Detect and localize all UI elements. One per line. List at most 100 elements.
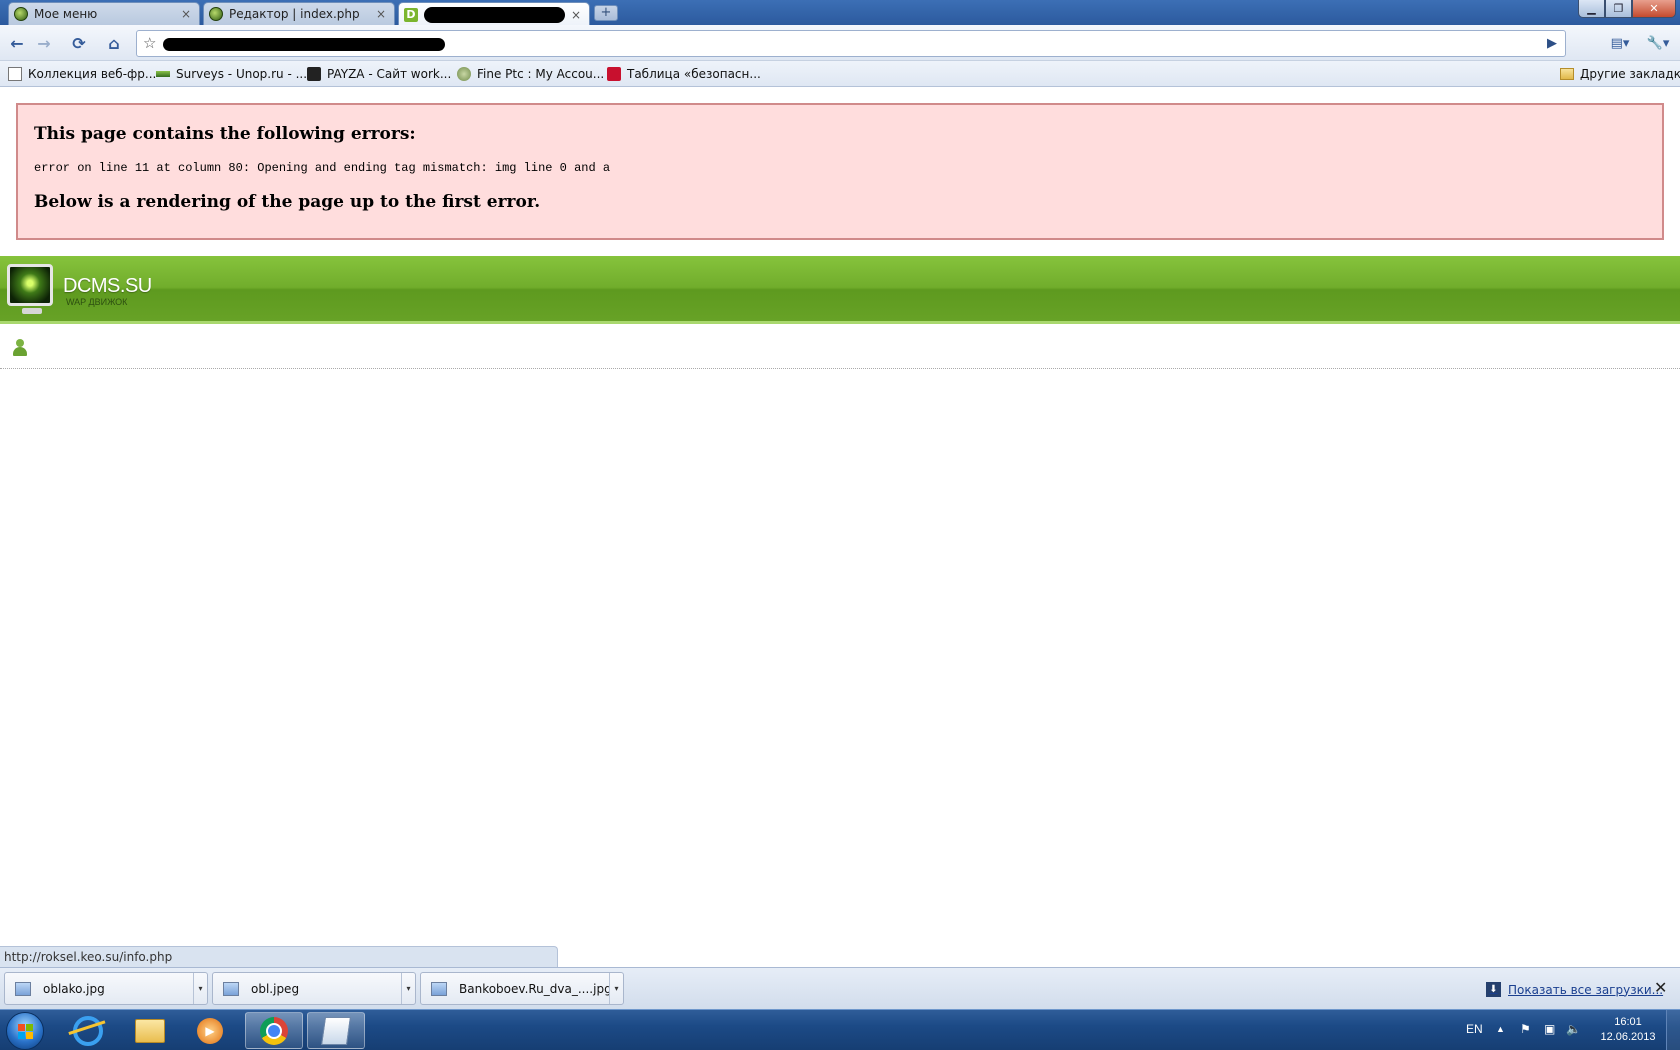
system-clock[interactable]: 16:01 12.06.2013 (1592, 1015, 1664, 1045)
redacted-tab-title (424, 6, 565, 23)
page-menu-button[interactable]: ▤▾ (1604, 30, 1636, 56)
image-file-icon (223, 981, 239, 996)
fineptc-icon (457, 67, 471, 81)
bookmarks-bar: Коллекция веб-фр... Surveys - Unop.ru - … (0, 61, 1680, 87)
site-header: DCMS.SU WAP движок (0, 256, 1680, 324)
user-icon-body (13, 347, 27, 356)
close-window-button[interactable]: ✕ (1632, 0, 1676, 18)
tab-close-icon[interactable]: × (571, 8, 581, 22)
action-center-flag-icon[interactable]: ⚑ (1520, 1022, 1531, 1036)
folder-icon (1560, 68, 1574, 80)
network-icon[interactable]: ▣ (1544, 1022, 1555, 1036)
site-title[interactable]: DCMS.SU (63, 275, 152, 298)
forward-button[interactable]: → (31, 30, 57, 56)
dcms-favicon-icon: D (404, 7, 418, 22)
redacted-url (163, 38, 445, 51)
show-desktop-button[interactable] (1666, 1010, 1680, 1050)
reload-button[interactable]: ⟳ (66, 30, 92, 56)
taskbar-editor[interactable] (307, 1012, 365, 1049)
windows-logo-icon (18, 1024, 33, 1039)
maximize-button[interactable]: ❐ (1605, 0, 1632, 18)
download-filename: obl.jpeg (251, 981, 300, 996)
download-menu-caret-icon[interactable]: ▾ (193, 973, 207, 1004)
wrench-menu-button[interactable]: 🔧▾ (1642, 30, 1674, 56)
new-tab-button[interactable]: + (594, 5, 618, 21)
media-player-icon: ▶ (197, 1017, 223, 1044)
tray-overflow-arrow-icon[interactable]: ▲ (1496, 1024, 1505, 1034)
language-indicator[interactable]: EN (1466, 1022, 1483, 1036)
tab-editor[interactable]: Редактор | index.php × (203, 2, 395, 25)
user-icon[interactable] (12, 339, 28, 357)
status-url: http://roksel.keo.su/info.php (0, 946, 558, 967)
bookmark-label: Fine Ptc : My Accou... (477, 67, 605, 81)
taskbar-media-player[interactable]: ▶ (181, 1012, 239, 1049)
site-favicon-icon (14, 7, 28, 21)
payza-icon (307, 67, 321, 81)
start-button[interactable] (6, 1012, 44, 1050)
bookmark-item[interactable]: Fine Ptc : My Accou... (457, 65, 604, 83)
download-menu-caret-icon[interactable]: ▾ (401, 973, 415, 1004)
address-bar[interactable]: ☆ ▶ (136, 30, 1566, 57)
window-controls: ▁ ❐ ✕ (1578, 0, 1676, 18)
other-bookmarks[interactable]: Другие закладки (1560, 65, 1680, 83)
page-icon (8, 67, 22, 81)
download-filename: oblako.jpg (43, 981, 105, 996)
tab-close-icon[interactable]: × (181, 7, 191, 21)
minimize-button[interactable]: ▁ (1578, 0, 1605, 18)
browser-toolbar: ← → ⟳ ⌂ ☆ ▶ ▤▾ 🔧▾ (0, 25, 1680, 61)
error-footer: Below is a rendering of the page up to t… (34, 192, 541, 212)
download-item[interactable]: oblako.jpg ▾ (4, 972, 208, 1005)
clock-date: 12.06.2013 (1600, 1031, 1656, 1043)
volume-icon[interactable]: 🔈 (1566, 1022, 1581, 1036)
bookmark-label: Таблица «безопасн... (627, 67, 761, 81)
bookmark-item[interactable]: Коллекция веб-фр... (8, 65, 156, 83)
taskbar-chrome[interactable] (245, 1012, 303, 1049)
chrome-icon (260, 1016, 288, 1045)
download-filename: Bankoboev.Ru_dva_....jpg (459, 981, 609, 996)
monitor-logo-icon[interactable] (7, 264, 53, 306)
go-arrow-icon[interactable]: ▶ (1547, 36, 1557, 51)
surveys-icon (156, 71, 170, 77)
user-icon-head (16, 339, 24, 347)
table-icon (607, 67, 621, 81)
tab-active[interactable]: D × (398, 2, 590, 26)
image-file-icon (431, 981, 447, 996)
show-all-downloads-label: Показать все загрузки... (1508, 982, 1664, 997)
internet-explorer-icon (73, 1015, 103, 1046)
tab-label: Редактор | index.php (229, 7, 360, 21)
download-menu-caret-icon[interactable]: ▾ (609, 973, 623, 1004)
monitor-stand-icon (22, 308, 42, 314)
site-subtitle: WAP движок (66, 297, 128, 307)
taskbar: ▶ EN ▲ ⚑ ▣ 🔈 16:01 12.06.2013 (0, 1009, 1680, 1050)
other-bookmarks-label: Другие закладки (1580, 67, 1680, 81)
bookmark-item[interactable]: Таблица «безопасн... (607, 65, 761, 83)
tab-label: Мое меню (34, 7, 98, 21)
bookmark-label: PAYZA - Сайт work... (327, 67, 452, 81)
close-shelf-button[interactable]: ✕ (1654, 978, 1667, 997)
bookmark-label: Коллекция веб-фр... (28, 67, 157, 81)
bookmark-star-icon[interactable]: ☆ (143, 34, 156, 52)
download-item[interactable]: obl.jpeg ▾ (212, 972, 416, 1005)
bookmark-item[interactable]: PAYZA - Сайт work... (307, 65, 451, 83)
show-all-downloads-link[interactable]: ⬇ Показать все загрузки... (1486, 982, 1663, 997)
title-bar: Мое меню × Редактор | index.php × D × + … (0, 0, 1680, 26)
image-file-icon (15, 981, 31, 996)
download-item[interactable]: Bankoboev.Ru_dva_....jpg ▾ (420, 972, 624, 1005)
error-heading: This page contains the following errors: (34, 124, 416, 144)
xml-error-box: This page contains the following errors:… (16, 103, 1664, 240)
taskbar-ie[interactable] (59, 1012, 117, 1049)
clock-time: 16:01 (1614, 1016, 1642, 1028)
back-button[interactable]: ← (4, 30, 30, 56)
bookmark-item[interactable]: Surveys - Unop.ru - ... (156, 65, 307, 83)
taskbar-explorer[interactable] (121, 1012, 179, 1049)
site-favicon-icon (209, 7, 223, 21)
home-button[interactable]: ⌂ (101, 30, 127, 56)
error-detail: error on line 11 at column 80: Opening a… (34, 161, 611, 175)
notepad-icon (321, 1016, 351, 1045)
folder-icon (135, 1018, 165, 1043)
user-row (0, 329, 1680, 369)
download-shelf: oblako.jpg ▾ obl.jpeg ▾ Bankoboev.Ru_dva… (0, 967, 1680, 1009)
tab-close-icon[interactable]: × (376, 7, 386, 21)
tab-my-menu[interactable]: Мое меню × (8, 2, 200, 25)
bookmark-label: Surveys - Unop.ru - ... (176, 67, 308, 81)
